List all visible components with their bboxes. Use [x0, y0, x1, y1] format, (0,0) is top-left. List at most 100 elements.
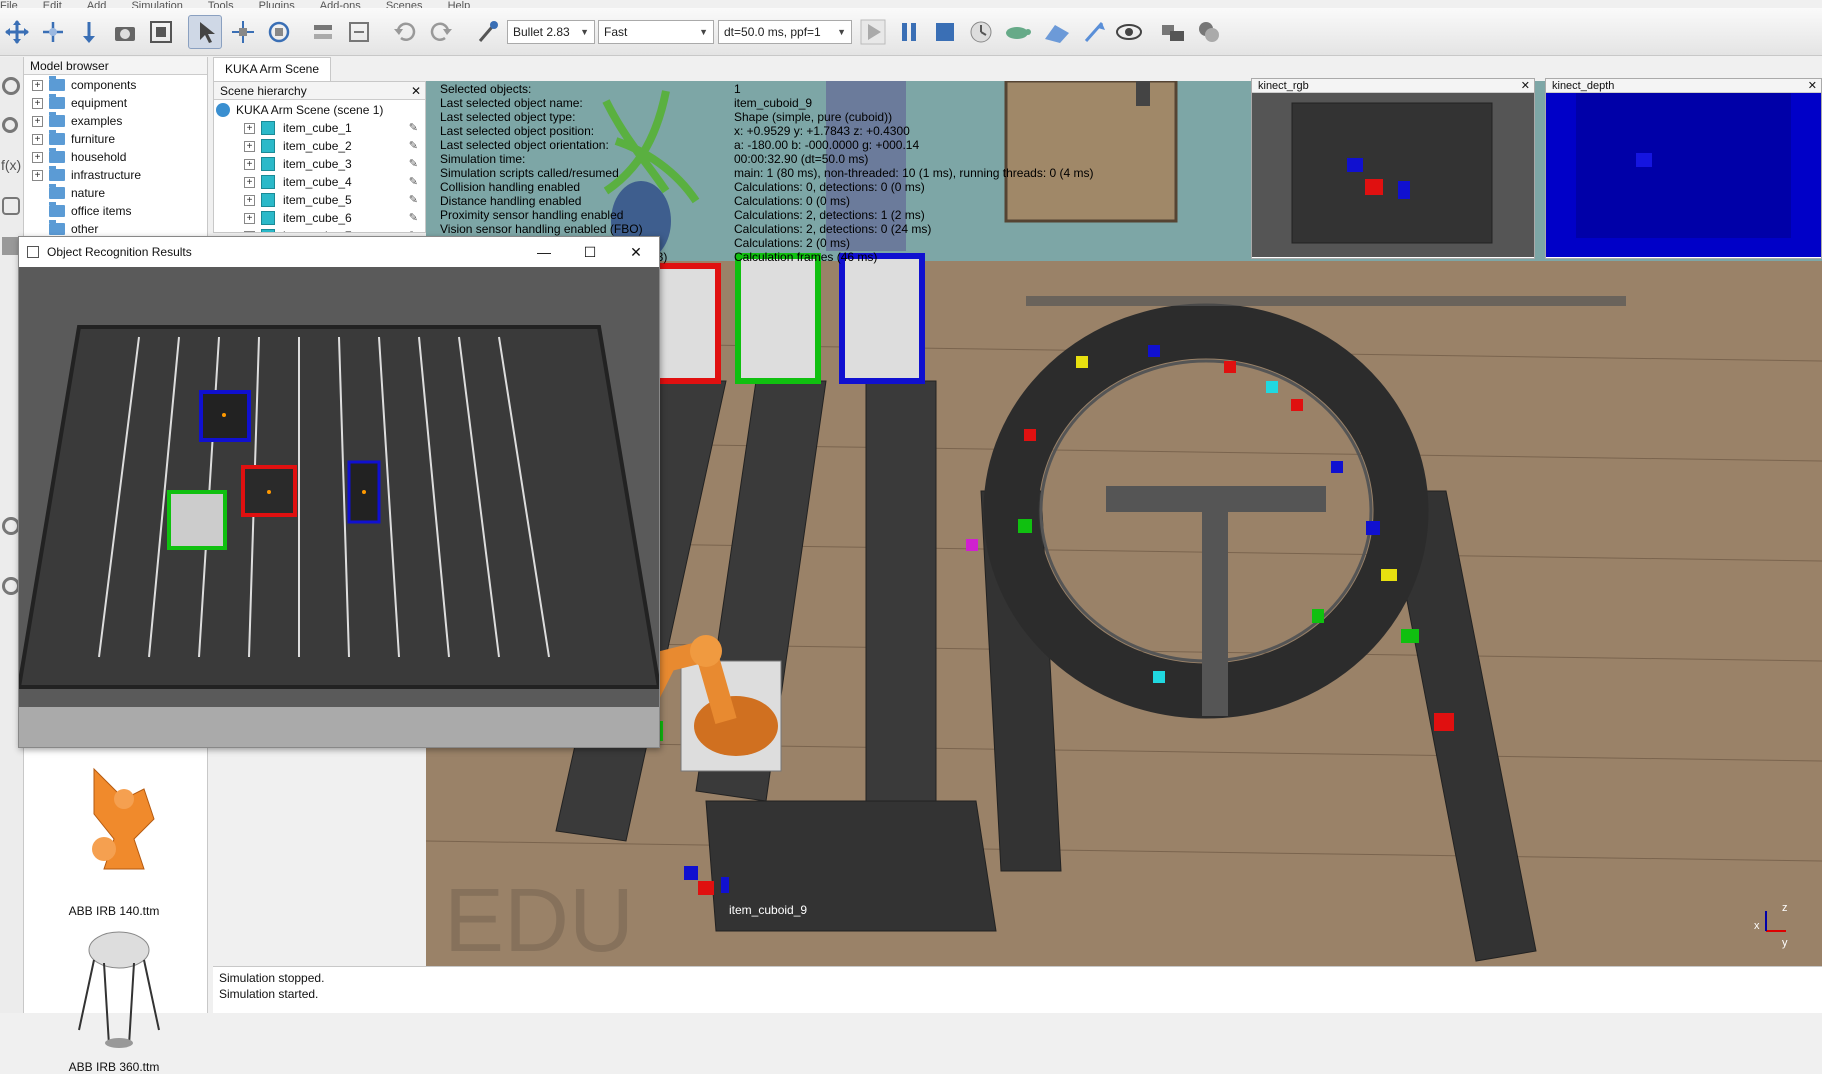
model-folder-nature[interactable]: nature: [49, 184, 105, 202]
hierarchy-item[interactable]: + item_cube_2 ✎: [244, 137, 424, 155]
function-icon[interactable]: f(x): [1, 157, 21, 173]
expand-icon[interactable]: +: [32, 151, 43, 163]
folder-label: infrastructure: [71, 168, 142, 182]
menu-tools[interactable]: Tools: [208, 0, 234, 8]
kinect-rgb-window[interactable]: kinect_rgb ✕: [1251, 78, 1535, 259]
dynamics-icon[interactable]: [470, 15, 504, 49]
expand-icon[interactable]: +: [244, 140, 255, 152]
object-shift-icon[interactable]: [226, 15, 260, 49]
folder-label: office items: [71, 204, 132, 218]
expand-icon[interactable]: +: [244, 176, 255, 188]
model-folder-furniture[interactable]: + furniture: [32, 130, 115, 148]
model-folder-equipment[interactable]: + equipment: [32, 94, 127, 112]
object-rotate-icon[interactable]: [262, 15, 296, 49]
search-icon[interactable]: [2, 117, 18, 133]
hierarchy-item[interactable]: + item_cube_7 ✎: [244, 227, 424, 232]
window-icon: [27, 246, 39, 258]
scene-root-label: KUKA Arm Scene (scene 1): [236, 103, 384, 117]
model-folder-infrastructure[interactable]: + infrastructure: [32, 166, 141, 184]
expand-icon[interactable]: +: [32, 79, 43, 91]
expand-icon[interactable]: +: [32, 133, 43, 145]
transfer-dna-icon[interactable]: [342, 15, 376, 49]
hierarchy-item[interactable]: + item_cube_4 ✎: [244, 173, 424, 191]
model-folder-components[interactable]: + components: [32, 76, 136, 94]
click-select-icon[interactable]: [188, 15, 222, 49]
expand-icon[interactable]: +: [244, 212, 255, 224]
shift-camera-icon[interactable]: [72, 15, 106, 49]
gear-icon[interactable]: [2, 77, 20, 95]
expand-icon[interactable]: +: [244, 158, 255, 170]
script-icon[interactable]: ✎: [409, 191, 418, 209]
script-icon[interactable]: [2, 197, 20, 215]
script-icon[interactable]: ✎: [409, 137, 418, 155]
visualization-toggle-icon[interactable]: [1112, 15, 1146, 49]
hierarchy-item[interactable]: + item_cube_5 ✎: [244, 191, 424, 209]
abb-irb-140-thumbnail[interactable]: [64, 749, 174, 899]
script-icon[interactable]: ✎: [409, 209, 418, 227]
status-console: Simulation stopped. Simulation started.: [213, 966, 1822, 1013]
expand-icon[interactable]: +: [32, 97, 43, 109]
timestep-select[interactable]: dt=50.0 ms, ppf=1 ▼: [718, 20, 852, 44]
item-label: item_cube_1: [283, 121, 352, 135]
menu-addons[interactable]: Add-ons: [320, 0, 361, 8]
script-icon[interactable]: ✎: [409, 227, 418, 232]
expand-icon[interactable]: +: [244, 122, 255, 134]
threaded-rendering-icon[interactable]: [1078, 15, 1112, 49]
camera-icon[interactable]: [108, 15, 142, 49]
info-value: Calculations: 2 (0 ms): [734, 236, 851, 250]
redo-icon[interactable]: [424, 15, 458, 49]
menu-plugins[interactable]: Plugins: [259, 0, 295, 8]
menu-file[interactable]: File: [0, 0, 18, 8]
object-recognition-window[interactable]: Object Recognition Results — ☐ ✕: [16, 236, 662, 748]
physics-engine-select[interactable]: Bullet 2.83 ▼: [507, 20, 595, 44]
menu-edit[interactable]: Edit: [43, 0, 62, 8]
info-value: x: +0.9529 y: +1.7843 z: +0.4300: [734, 124, 910, 138]
menu-simulation[interactable]: Simulation: [131, 0, 182, 8]
info-value: Calculations: 2, detections: 1 (2 ms): [734, 208, 925, 222]
kinect-depth-window[interactable]: kinect_depth ✕: [1545, 78, 1822, 259]
model-folder-examples[interactable]: + examples: [32, 112, 122, 130]
pause-icon[interactable]: [892, 15, 926, 49]
slow-down-icon[interactable]: [1000, 15, 1034, 49]
scene-root[interactable]: KUKA Arm Scene (scene 1): [216, 101, 396, 119]
undo-icon[interactable]: [388, 15, 422, 49]
close-icon[interactable]: ✕: [1808, 79, 1817, 93]
expand-icon[interactable]: +: [244, 230, 255, 232]
kinect-rgb-title: kinect_rgb: [1258, 80, 1309, 92]
tab-kuka-arm-scene[interactable]: KUKA Arm Scene: [213, 57, 331, 81]
abb-irb-360-thumbnail[interactable]: [64, 925, 174, 1055]
assemble-icon[interactable]: [306, 15, 340, 49]
hierarchy-item[interactable]: + item_cube_3 ✎: [244, 155, 424, 173]
expand-icon[interactable]: +: [32, 115, 43, 127]
pan-icon[interactable]: [0, 15, 34, 49]
menu-add[interactable]: Add: [87, 0, 107, 8]
minimize-icon[interactable]: —: [521, 237, 567, 267]
hierarchy-item[interactable]: + item_cube_6 ✎: [244, 209, 424, 227]
rotate-camera-icon[interactable]: [36, 15, 70, 49]
speed-up-icon[interactable]: [1040, 15, 1074, 49]
maximize-icon[interactable]: ☐: [567, 237, 613, 267]
expand-icon[interactable]: +: [32, 169, 43, 181]
close-icon[interactable]: ✕: [411, 82, 421, 100]
menu-scenes[interactable]: Scenes: [386, 0, 423, 8]
model-folder-office-items[interactable]: office items: [49, 202, 131, 220]
close-icon[interactable]: ✕: [613, 237, 659, 267]
play-icon[interactable]: [856, 15, 890, 49]
script-icon[interactable]: ✎: [409, 119, 418, 137]
info-key: Proximity sensor handling enabled: [440, 208, 624, 222]
speed-select[interactable]: Fast ▼: [598, 20, 714, 44]
stop-icon[interactable]: [928, 15, 962, 49]
menu-help[interactable]: Help: [448, 0, 471, 8]
expand-icon[interactable]: +: [244, 194, 255, 206]
hierarchy-item[interactable]: + item_cube_1 ✎: [244, 119, 424, 137]
model-folder-household[interactable]: + household: [32, 148, 126, 166]
script-icon[interactable]: ✎: [409, 173, 418, 191]
close-icon[interactable]: ✕: [1521, 79, 1530, 93]
layers-icon[interactable]: [1192, 15, 1226, 49]
info-value: item_cuboid_9: [734, 96, 813, 110]
item-label: item_cube_3: [283, 157, 352, 171]
real-time-icon[interactable]: [964, 15, 998, 49]
fit-view-icon[interactable]: [144, 15, 178, 49]
scene-objects-icon[interactable]: [1156, 15, 1190, 49]
script-icon[interactable]: ✎: [409, 155, 418, 173]
